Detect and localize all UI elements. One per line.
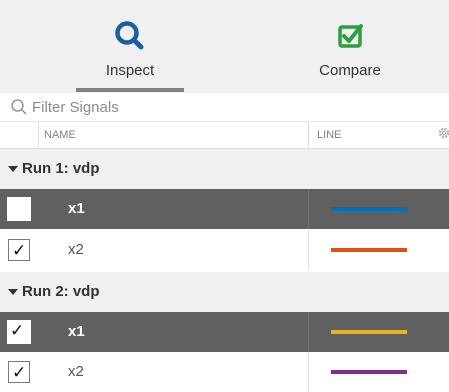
signal-checkbox[interactable]: ✓: [8, 239, 30, 261]
column-name-header[interactable]: NAME: [44, 129, 76, 141]
filter-bar: [0, 93, 449, 122]
run-title: Run 2: vdp: [22, 283, 100, 300]
search-icon: [11, 99, 27, 115]
checkmark-icon: ✓: [12, 363, 27, 382]
line-style-swatch[interactable]: [331, 207, 407, 211]
column-divider[interactable]: [38, 122, 39, 148]
run-group-1[interactable]: Run 1: vdp: [0, 149, 449, 189]
signal-name: x1: [68, 323, 85, 340]
signal-row-run1-x2[interactable]: ✓ x2: [0, 230, 449, 270]
signal-row-run2-x2[interactable]: ✓ x2: [0, 352, 449, 392]
line-style-swatch[interactable]: [331, 330, 407, 334]
magnifier-icon: [115, 21, 144, 50]
tab-compare-label: Compare: [319, 62, 381, 79]
tab-inspect[interactable]: Inspect: [30, 0, 230, 93]
signal-checkbox[interactable]: [7, 197, 31, 221]
column-divider[interactable]: [308, 122, 309, 148]
tab-compare[interactable]: Compare: [250, 0, 449, 93]
signal-row-run1-x1[interactable]: x1: [0, 189, 449, 229]
tab-inspect-label: Inspect: [105, 62, 155, 79]
column-header: NAME LINE: [0, 122, 449, 149]
check-square-icon: [338, 24, 363, 48]
tab-bar: Inspect Compare: [0, 0, 449, 93]
signal-name: x2: [68, 241, 84, 258]
collapse-caret-icon[interactable]: [8, 289, 18, 295]
checkmark-icon: ✓: [10, 321, 25, 340]
line-style-swatch[interactable]: [331, 370, 407, 374]
signal-name: x1: [68, 200, 85, 217]
line-style-swatch[interactable]: [331, 248, 407, 252]
gear-icon[interactable]: [437, 126, 449, 140]
filter-signals-input[interactable]: [32, 96, 432, 118]
signal-checkbox[interactable]: ✓: [7, 320, 31, 344]
column-line-header[interactable]: LINE: [317, 129, 341, 141]
collapse-caret-icon[interactable]: [8, 166, 18, 172]
run-group-2[interactable]: Run 2: vdp: [0, 272, 449, 312]
signal-row-run2-x1[interactable]: ✓ x1: [0, 312, 449, 352]
signal-name: x2: [68, 363, 84, 380]
signal-checkbox[interactable]: ✓: [8, 361, 30, 383]
active-tab-indicator: [76, 88, 184, 92]
run-title: Run 1: vdp: [22, 160, 100, 177]
checkmark-icon: ✓: [12, 241, 27, 260]
